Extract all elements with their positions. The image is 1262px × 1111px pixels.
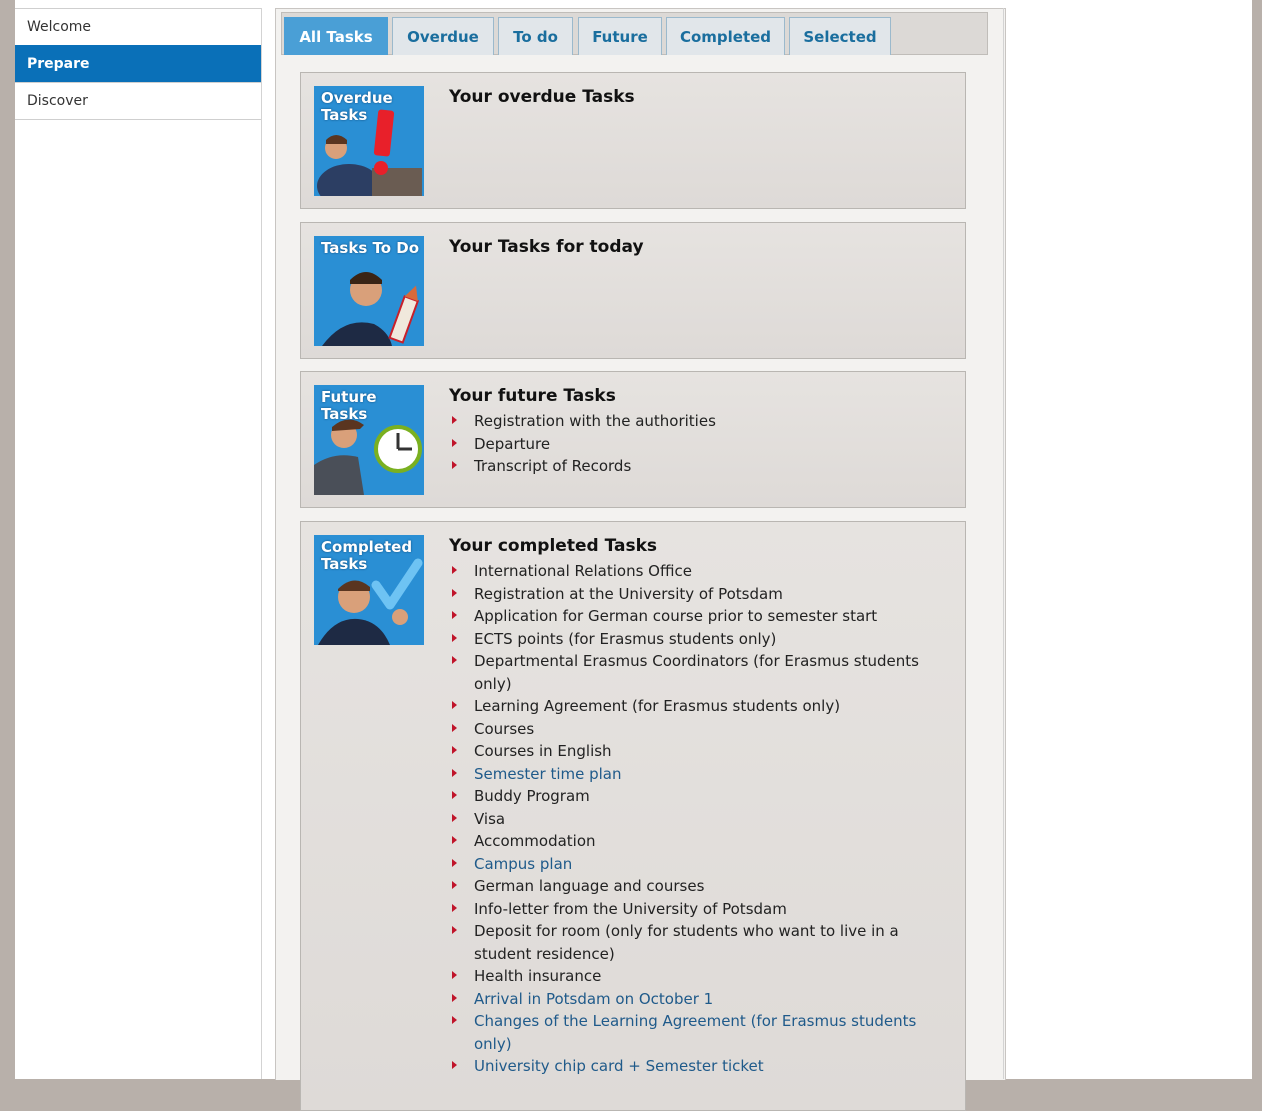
tab-selected[interactable]: Selected <box>789 17 891 55</box>
tab-all-tasks[interactable]: All Tasks <box>284 17 388 55</box>
completed-tasks-image: Completed Tasks <box>314 535 424 645</box>
clock-icon <box>374 425 422 473</box>
task-item: Buddy Program <box>449 785 929 808</box>
task-item: Registration at the University of Potsda… <box>449 583 929 606</box>
future-tasks-panel: Future Tasks Your future Tasks Registrat… <box>300 371 966 508</box>
right-divider <box>1003 8 1004 1079</box>
task-item: Learning Agreement (for Erasmus students… <box>449 695 929 718</box>
task-tabs: All Tasks Overdue To do Future Completed… <box>281 12 988 55</box>
todo-image-label: Tasks To Do <box>321 239 419 257</box>
sidebar-item-prepare[interactable]: Prepare <box>15 45 262 82</box>
future-tasks-image: Future Tasks <box>314 385 424 495</box>
task-item[interactable]: Semester time plan <box>449 763 929 786</box>
task-item: Accommodation <box>449 830 929 853</box>
tab-completed[interactable]: Completed <box>666 17 785 55</box>
future-task-list: Registration with the authorities Departu… <box>449 410 929 478</box>
completed-task-list: International Relations Office Registrati… <box>449 560 929 1078</box>
task-item: Info-letter from the University of Potsd… <box>449 898 929 921</box>
todo-tasks-panel: Tasks To Do Your Tasks for today <box>300 222 966 359</box>
overdue-image-label: Overdue Tasks <box>321 89 393 124</box>
task-item[interactable]: University chip card + Semester ticket <box>449 1055 929 1078</box>
tab-todo[interactable]: To do <box>498 17 573 55</box>
completed-image-label: Completed Tasks <box>321 538 413 573</box>
todo-tasks-image: Tasks To Do <box>314 236 424 346</box>
sidebar-item-discover[interactable]: Discover <box>15 82 262 120</box>
completed-tasks-title: Your completed Tasks <box>449 536 657 556</box>
task-item: International Relations Office <box>449 560 929 583</box>
page: Welcome Prepare Discover All Tasks Overd… <box>15 0 1252 1111</box>
task-item: Application for German course prior to s… <box>449 605 929 628</box>
task-item: ECTS points (for Erasmus students only) <box>449 628 929 651</box>
task-item: Courses in English <box>449 740 929 763</box>
task-item: Courses <box>449 718 929 741</box>
task-item[interactable]: Changes of the Learning Agreement (for E… <box>449 1010 929 1055</box>
future-image-label: Future Tasks <box>321 388 377 423</box>
task-item: Health insurance <box>449 965 929 988</box>
completed-tasks-panel: Completed Tasks Your completed Tasks Int… <box>300 521 966 1111</box>
sidebar-item-welcome[interactable]: Welcome <box>15 8 262 45</box>
task-item: Departmental Erasmus Coordinators (for E… <box>449 650 929 695</box>
task-item[interactable]: Arrival in Potsdam on October 1 <box>449 988 929 1011</box>
task-item: Departure <box>449 433 929 456</box>
tab-overdue[interactable]: Overdue <box>392 17 494 55</box>
task-item: Registration with the authorities <box>449 410 929 433</box>
todo-tasks-title: Your Tasks for today <box>449 237 644 257</box>
overdue-tasks-panel: Overdue Tasks Your overdue Tasks <box>300 72 966 209</box>
overdue-tasks-title: Your overdue Tasks <box>449 87 635 107</box>
task-item: German language and courses <box>449 875 929 898</box>
task-item: Visa <box>449 808 929 831</box>
future-tasks-title: Your future Tasks <box>449 386 616 406</box>
sidebar-divider <box>261 8 262 1079</box>
overdue-tasks-image: Overdue Tasks <box>314 86 424 196</box>
tasks-main: All Tasks Overdue To do Future Completed… <box>275 8 1006 1111</box>
task-item[interactable]: Campus plan <box>449 853 929 876</box>
tab-future[interactable]: Future <box>578 17 662 55</box>
task-item: Deposit for room (only for students who … <box>449 920 929 965</box>
sidebar: Welcome Prepare Discover <box>15 8 262 120</box>
task-item: Transcript of Records <box>449 455 929 478</box>
